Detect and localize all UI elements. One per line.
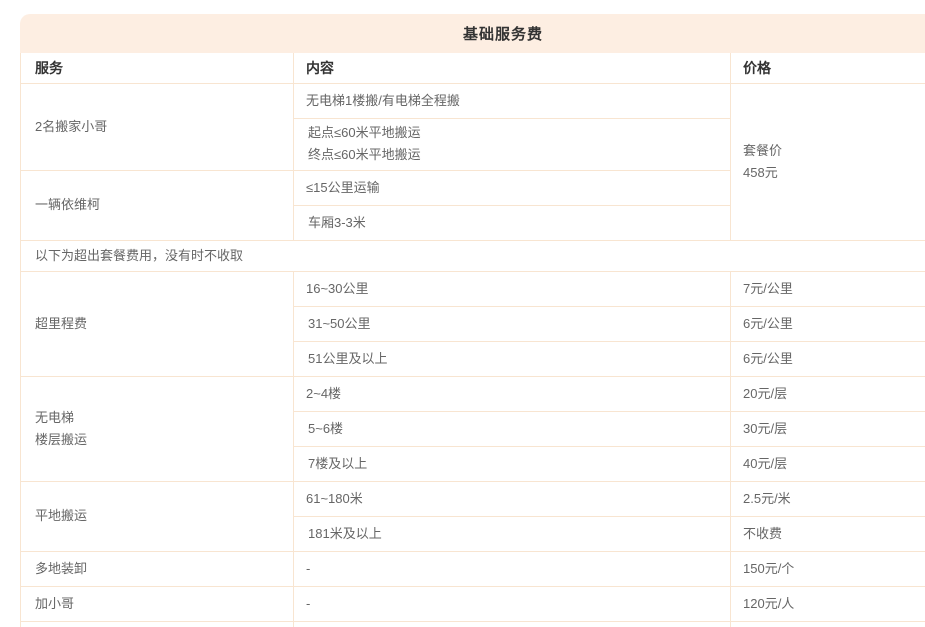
content-cell-movers-2: 起点≤60米平地搬运 终点≤60米平地搬运 [294, 118, 731, 170]
service-cell-extra-mover: 加小哥 [21, 586, 294, 621]
content-cell-van-2: 车厢3-3米 [294, 205, 731, 240]
pricing-table: 服务 内容 价格 2名搬家小哥 无电梯1楼搬/有电梯全程搬 套餐价 458元 起… [20, 53, 925, 627]
price-cell-package: 套餐价 458元 [731, 83, 925, 240]
clipped-cell [294, 621, 731, 627]
table-row-clipped [21, 621, 925, 627]
content-cell-flat-1: 61~180米 [294, 481, 731, 516]
price-cell-stairs-3: 40元/层 [731, 446, 925, 481]
service-cell-van: 一辆依维柯 [21, 170, 294, 240]
table-row: 加小哥 - 120元/人 [21, 586, 925, 621]
table-title-band: 基础服务费 [20, 14, 925, 53]
service-cell-movers: 2名搬家小哥 [21, 83, 294, 170]
notice-text: 以下为超出套餐费用，没有时不收取 [21, 240, 925, 271]
notice-row: 以下为超出套餐费用，没有时不收取 [21, 240, 925, 271]
content-cell-movers-1: 无电梯1楼搬/有电梯全程搬 [294, 83, 731, 118]
table-row: 多地装卸 - 150元/个 [21, 551, 925, 586]
col-header-price: 价格 [731, 53, 925, 83]
content-cell-mileage-3: 51公里及以上 [294, 341, 731, 376]
table-row: 超里程费 16~30公里 7元/公里 [21, 271, 925, 306]
clipped-cell [21, 621, 294, 627]
table-row: 平地搬运 61~180米 2.5元/米 [21, 481, 925, 516]
price-cell-flat-2: 不收费 [731, 516, 925, 551]
price-cell-stairs-2: 30元/层 [731, 411, 925, 446]
content-cell-stairs-1: 2~4楼 [294, 376, 731, 411]
col-header-service: 服务 [21, 53, 294, 83]
content-cell-stairs-2: 5~6楼 [294, 411, 731, 446]
price-cell-flat-1: 2.5元/米 [731, 481, 925, 516]
content-cell-flat-2: 181米及以上 [294, 516, 731, 551]
table-row: 2名搬家小哥 无电梯1楼搬/有电梯全程搬 套餐价 458元 [21, 83, 925, 118]
service-cell-mileage: 超里程费 [21, 271, 294, 376]
price-cell-mileage-3: 6元/公里 [731, 341, 925, 376]
clipped-cell [731, 621, 925, 627]
table-row: 无电梯 楼层搬运 2~4楼 20元/层 [21, 376, 925, 411]
content-cell-stairs-3: 7楼及以上 [294, 446, 731, 481]
col-header-content: 内容 [294, 53, 731, 83]
service-cell-multi-stop: 多地装卸 [21, 551, 294, 586]
price-cell-extra-mover: 120元/人 [731, 586, 925, 621]
service-cell-stairs: 无电梯 楼层搬运 [21, 376, 294, 481]
price-cell-mileage-2: 6元/公里 [731, 306, 925, 341]
price-cell-stairs-1: 20元/层 [731, 376, 925, 411]
page: 基础服务费 服务 内容 价格 2名搬家小哥 无电梯1楼搬/有电梯全程搬 套餐价 [0, 0, 925, 627]
content-cell-van-1: ≤15公里运输 [294, 170, 731, 205]
content-cell-multi-stop: - [294, 551, 731, 586]
table-title: 基础服务费 [463, 23, 543, 44]
service-cell-flat-carry: 平地搬运 [21, 481, 294, 551]
price-cell-mileage-1: 7元/公里 [731, 271, 925, 306]
price-cell-multi-stop: 150元/个 [731, 551, 925, 586]
pricing-card: 基础服务费 服务 内容 价格 2名搬家小哥 无电梯1楼搬/有电梯全程搬 套餐价 [20, 14, 925, 627]
column-header-row: 服务 内容 价格 [21, 53, 925, 83]
content-cell-mileage-1: 16~30公里 [294, 271, 731, 306]
content-cell-mileage-2: 31~50公里 [294, 306, 731, 341]
content-cell-extra-mover: - [294, 586, 731, 621]
